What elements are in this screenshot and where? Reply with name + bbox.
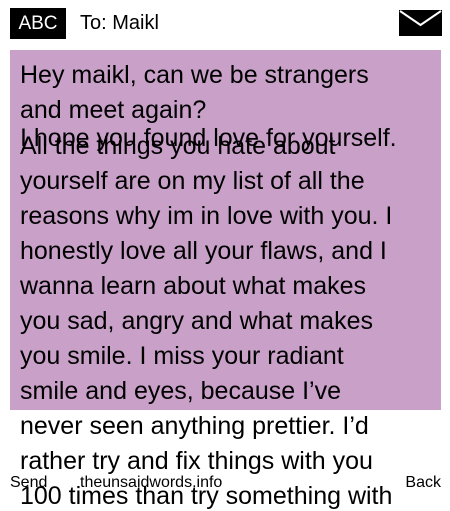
message-line: wanna learn about what makes bbox=[20, 272, 367, 300]
message-line: and meet again? bbox=[20, 96, 207, 124]
back-softkey[interactable]: Back bbox=[405, 472, 441, 494]
message-line: never seen anything prettier. I’d bbox=[20, 412, 369, 440]
input-mode-indicator: ABC bbox=[10, 8, 66, 39]
message-line: honestly love all your flaws, and I bbox=[20, 237, 387, 265]
message-header: ABC To: Maikl bbox=[0, 0, 450, 46]
message-line: yourself are on my list of all the bbox=[20, 167, 365, 195]
message-line: All the things you hate about bbox=[20, 132, 336, 160]
softkey-bar: Send theunsaidwords.info Back bbox=[0, 472, 450, 496]
send-softkey[interactable]: Send bbox=[10, 472, 47, 494]
message-line: you sad, angry and what makes bbox=[20, 307, 373, 335]
message-line: you smile. I miss your radiant bbox=[20, 342, 344, 370]
site-caption: theunsaidwords.info bbox=[80, 474, 223, 491]
envelope-icon bbox=[399, 10, 442, 36]
message-line: Hey maikl, can we be strangers bbox=[20, 61, 369, 89]
message-line: smile and eyes, because I’ve bbox=[20, 377, 342, 405]
message-line: reasons why im in love with you. I bbox=[20, 202, 393, 230]
recipient-field[interactable]: To: Maikl bbox=[80, 10, 159, 36]
